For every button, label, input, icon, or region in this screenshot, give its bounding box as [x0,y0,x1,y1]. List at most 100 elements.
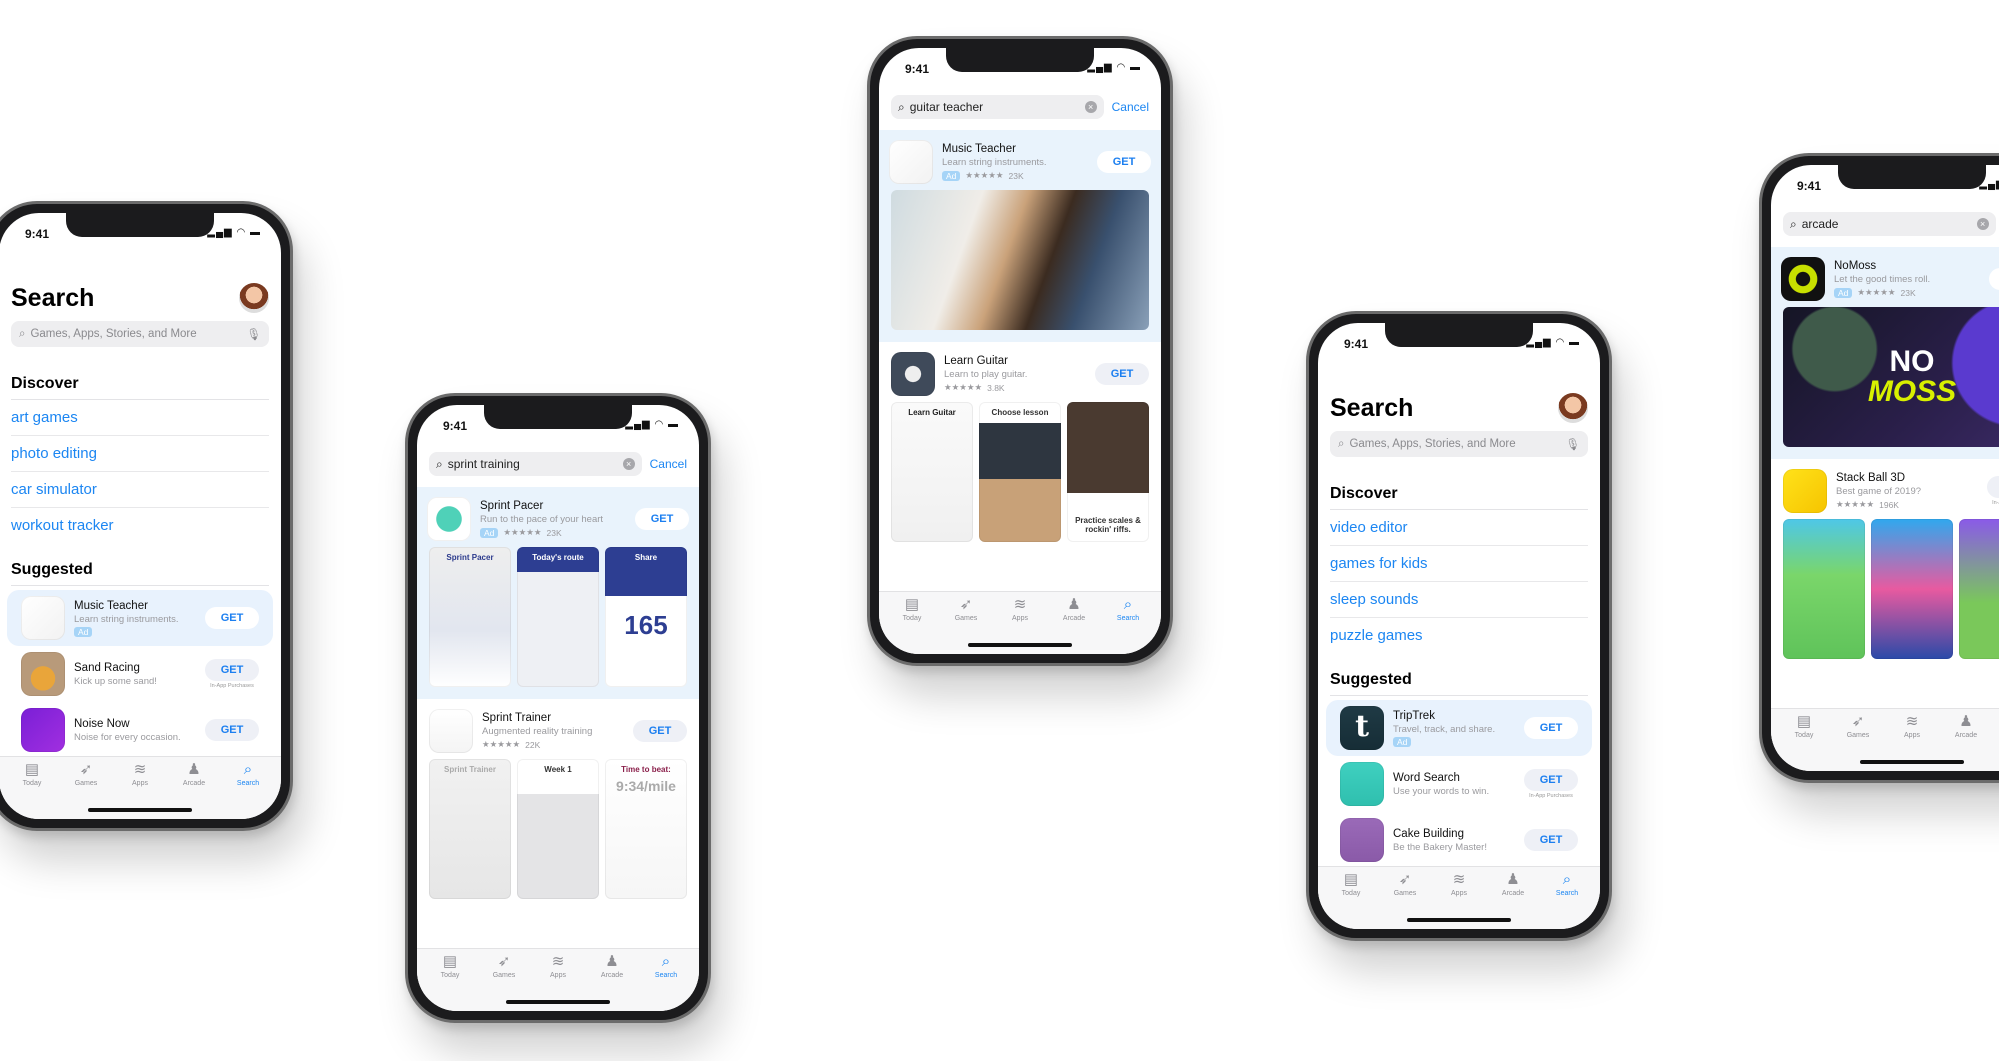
get-button[interactable]: GET [1524,829,1578,851]
tab-label: Arcade [600,972,624,979]
tab-search[interactable]: ⌕ Search [1993,709,1999,771]
get-button[interactable]: GET [1097,151,1151,173]
get-button[interactable]: GET [205,659,259,681]
search-input[interactable]: ⌕ arcade × [1783,212,1996,236]
home-indicator[interactable] [88,808,192,812]
app-row[interactable]: Stack Ball 3D Best game of 2019? ★★★★★ 196K… [1771,463,1999,519]
app-icon[interactable] [21,708,65,752]
app-icon[interactable] [889,140,933,184]
app-icon[interactable] [21,596,65,640]
app-icon[interactable] [1781,257,1825,301]
home-indicator[interactable] [968,643,1072,647]
discover-link[interactable]: art games [11,400,269,436]
discover-link[interactable]: puzzle games [1330,618,1588,653]
tab-search[interactable]: ⌕ Search [639,949,693,1011]
ad-badge: Ad [74,626,93,637]
microphone-icon[interactable]: 🎙︎ [1565,437,1580,451]
app-screenshot[interactable]: Week 1 [517,759,599,899]
tab-search[interactable]: ⌕ Search [1101,592,1155,654]
app-row[interactable]: Learn Guitar Learn to play guitar. ★★★★★ 3.… [879,346,1161,402]
app-icon[interactable] [429,709,473,753]
search-result[interactable]: Learn Guitar Learn to play guitar. ★★★★★ 3.… [879,342,1161,552]
tab-label: Apps [1904,732,1920,739]
app-screenshot[interactable]: Choose lesson [979,402,1061,542]
search-input[interactable]: ⌕ Games, Apps, Stories, and More 🎙︎ [1330,431,1588,457]
get-button[interactable]: GET [1989,268,1999,290]
app-screenshot[interactable] [1871,519,1953,659]
discover-link[interactable]: video editor [1330,510,1588,546]
app-row[interactable]: Music Teacher Learn string instruments. Ad… [7,590,273,646]
microphone-icon[interactable]: 🎙︎ [246,327,261,341]
app-screenshot[interactable]: Today's route [517,547,599,687]
clear-search-icon[interactable]: × [1976,218,1989,230]
get-button[interactable]: GET [205,607,259,629]
app-row[interactable]: Sprint Pacer Run to the pace of your hear… [417,491,699,547]
app-screenshot[interactable]: Time to beat: 9:34/mile [605,759,687,899]
app-screenshot[interactable] [1783,519,1865,659]
app-preview-banner[interactable] [891,190,1149,330]
app-icon[interactable] [1340,762,1384,806]
discover-link[interactable]: workout tracker [11,508,269,543]
app-preview-banner[interactable]: NO MOSS [1783,307,1999,447]
search-input[interactable]: ⌕ Games, Apps, Stories, and More 🎙︎ [11,321,269,347]
get-button[interactable]: GET [1524,717,1578,739]
get-button[interactable]: GET [635,508,689,530]
home-indicator[interactable] [1407,918,1511,922]
tab-today[interactable]: ▤ Today [1324,867,1378,929]
app-icon[interactable] [427,497,471,541]
tab-today[interactable]: ▤ Today [5,757,59,819]
search-result[interactable]: Stack Ball 3D Best game of 2019? ★★★★★ 196K… [1771,459,1999,669]
home-indicator[interactable] [506,1000,610,1004]
discover-link[interactable]: photo editing [11,436,269,472]
app-icon[interactable] [1340,818,1384,862]
app-row[interactable]: t TripTrek Travel, track, and share. Ad GET [1326,700,1592,756]
get-button[interactable]: GET [1987,476,1999,498]
get-button[interactable]: GET [1095,363,1149,385]
app-row[interactable]: NoMoss Let the good times roll. Ad ★★★★★ 23K… [1771,251,1999,307]
get-button[interactable]: GET [205,719,259,741]
discover-link[interactable]: car simulator [11,472,269,508]
discover-link[interactable]: games for kids [1330,546,1588,582]
rocket-icon: ➶ [959,596,973,613]
app-screenshot[interactable]: Sprint Trainer [429,759,511,899]
get-button[interactable]: GET [633,720,687,742]
discover-link[interactable]: sleep sounds [1330,582,1588,618]
get-button[interactable]: GET [1524,769,1578,791]
ad-result[interactable]: Music Teacher Learn string instruments. Ad… [879,130,1161,342]
app-icon[interactable] [1783,469,1827,513]
tab-today[interactable]: ▤ Today [423,949,477,1011]
account-avatar[interactable] [1558,393,1588,423]
tab-search[interactable]: ⌕ Search [221,757,275,819]
app-row[interactable]: Cake Building Be the Bakery Master! GET [1330,812,1588,868]
app-row[interactable]: Sprint Trainer Augmented reality training… [417,703,699,759]
app-icon[interactable]: t [1340,706,1384,750]
page-title: Search [1330,393,1414,422]
clear-search-icon[interactable]: × [622,458,635,470]
app-screenshot[interactable]: Share 165 [605,547,687,687]
search-input[interactable]: ⌕ guitar teacher × [891,95,1104,119]
app-screenshot[interactable] [1959,519,1999,659]
search-result[interactable]: Sprint Trainer Augmented reality training… [417,699,699,909]
home-indicator[interactable] [1860,760,1964,764]
search-input[interactable]: ⌕ sprint training × [429,452,642,476]
account-avatar[interactable] [239,283,269,313]
app-screenshot[interactable]: Learn Guitar [891,402,973,542]
tab-today[interactable]: ▤ Today [1777,709,1831,771]
cancel-button[interactable]: Cancel [650,457,687,471]
clear-search-icon[interactable]: × [1084,101,1097,113]
ad-result[interactable]: NoMoss Let the good times roll. Ad ★★★★★ 23K… [1771,247,1999,459]
tab-search[interactable]: ⌕ Search [1540,867,1594,929]
ad-result[interactable]: Sprint Pacer Run to the pace of your hear… [417,487,699,699]
cancel-button[interactable]: Cancel [1112,100,1149,114]
app-row[interactable]: Sand Racing Kick up some sand! GET In-App P… [11,646,269,702]
app-icon[interactable] [891,352,935,396]
app-row[interactable]: Music Teacher Learn string instruments. Ad… [879,134,1161,190]
app-screenshot[interactable]: Sprint Pacer [429,547,511,687]
app-row[interactable]: Word Search Use your words to win. GET In-A… [1330,756,1588,812]
tab-today[interactable]: ▤ Today [885,592,939,654]
ad-badge: Ad [480,527,499,538]
app-icon[interactable] [21,652,65,696]
app-row[interactable]: Noise Now Noise for every occasion. GET [11,702,269,758]
app-screenshot[interactable]: Practice scales & rockin' riffs. [1067,402,1149,542]
search-query: arcade [1801,217,1839,231]
